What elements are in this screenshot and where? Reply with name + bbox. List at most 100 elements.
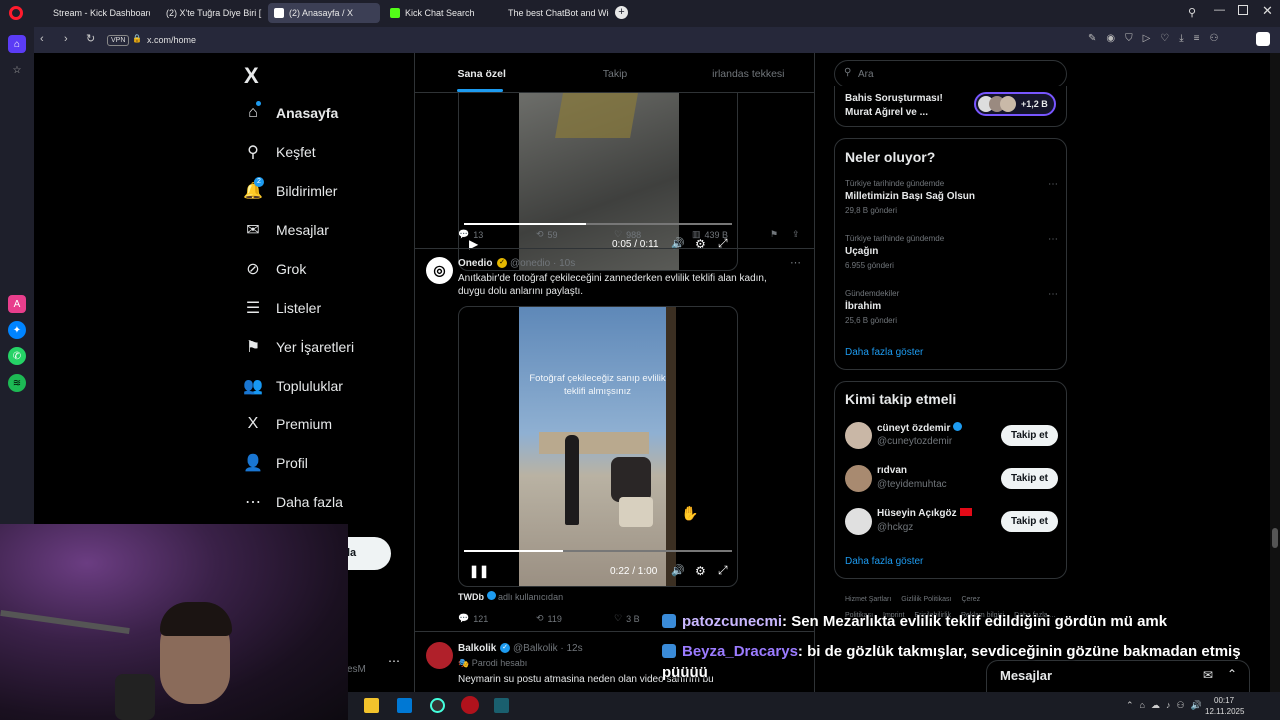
follow-button[interactable]: Takip et	[1000, 511, 1058, 532]
nav-item-bookmark[interactable]: ⚑ Yer İşaretleri	[244, 338, 354, 356]
tray-icons[interactable]: ⌃⌂☁♪⚇🔊	[1126, 700, 1208, 711]
tab-list[interactable]: irlandas tekkesi	[682, 53, 815, 92]
share-icon[interactable]: ⇪	[792, 229, 800, 240]
fullscreen-icon[interactable]: ⤢	[718, 563, 728, 578]
follow-suggestion[interactable]: cüneyt özdemir @cuneytozdemir Takip et	[835, 420, 1068, 458]
taskbar-app-icon[interactable]	[461, 696, 479, 714]
nav-item-communities[interactable]: 👥 Topluluklar	[243, 377, 343, 395]
messages-drawer[interactable]: Mesajlar ✉ ⌃	[986, 660, 1250, 692]
messenger-rail-icon[interactable]: ✦	[8, 321, 26, 339]
trend-top-card[interactable]: Bahis Soruşturması! Murat Ağırel ve ... …	[834, 86, 1067, 127]
follow-button[interactable]: Takip et	[1000, 468, 1058, 489]
reply-icon: 💬	[458, 229, 470, 239]
page-scrollbar[interactable]	[1270, 53, 1280, 692]
new-tab-button[interactable]: +	[615, 6, 628, 19]
trend-item[interactable]: Türkiye tarihinde gündemde Milletimizin B…	[845, 179, 1058, 227]
post2-author[interactable]: Onedio	[458, 258, 492, 269]
x-logo[interactable]: X	[244, 63, 259, 89]
trend-item[interactable]: Türkiye tarihinde gündemde Uçağın 6.955 gö…	[845, 234, 1058, 282]
reload-icon[interactable]: ↻	[86, 32, 95, 45]
opera-logo-icon[interactable]	[9, 6, 23, 20]
toolbar-icons[interactable]: ✎◉⛉▷♡⤓≡⚇	[1088, 33, 1228, 44]
nav-item-more-circle[interactable]: ⋯ Daha fazla	[244, 493, 343, 511]
show-more-link[interactable]: Daha fazla göster	[845, 556, 923, 567]
scrollbar-thumb[interactable]	[1272, 528, 1278, 548]
spotify-rail-icon[interactable]: ≋	[8, 374, 26, 392]
home-rail-icon[interactable]: ⌂	[8, 35, 26, 53]
follow-name[interactable]: rıdvan	[877, 465, 907, 476]
show-more-link[interactable]: Daha fazla göster	[845, 347, 923, 358]
search-tabs-icon[interactable]: ⚲	[1188, 6, 1196, 19]
avatar[interactable]	[845, 508, 872, 535]
url-input[interactable]: x.com/home	[147, 35, 196, 45]
star-rail-icon[interactable]: ☆	[8, 61, 26, 79]
browser-tab[interactable]: (2) X'te Tuğra Diye Biri [ F	[155, 3, 263, 23]
post1-video[interactable]: ▶ 0:05 / 0:11 🔊 ⚙ ⤢	[458, 93, 738, 271]
like-button[interactable]: ♡ 3 B	[614, 613, 640, 624]
nav-item-x-premium[interactable]: X Premium	[244, 415, 332, 433]
bookmark-icon[interactable]: ⚑	[770, 229, 778, 240]
views-button[interactable]: ▥ 439 B	[692, 229, 728, 240]
post3-author[interactable]: Balkolik	[458, 643, 496, 654]
browser-tab[interactable]: Kick Chat Search	[384, 3, 492, 23]
nav-item-home[interactable]: ⌂ Anasayfa	[244, 101, 338, 122]
settings-icon[interactable]: ⚙	[695, 564, 706, 578]
close-window-button[interactable]: ✕	[1262, 3, 1273, 19]
search-input[interactable]: ⚲ Ara	[834, 60, 1067, 88]
avatar[interactable]	[845, 465, 872, 492]
footer-link[interactable]: Gizlilik Politikası	[901, 596, 951, 603]
new-message-icon[interactable]: ✉	[1203, 668, 1213, 682]
footer-link[interactable]: Hizmet Şartları	[845, 596, 891, 603]
app-rail-icon[interactable]: A	[8, 295, 26, 313]
onedio-avatar[interactable]: ◎	[426, 257, 453, 284]
repost-button[interactable]: ⟲ 59	[536, 229, 558, 240]
maximize-button[interactable]	[1238, 5, 1248, 15]
reply-button[interactable]: 💬 13	[458, 229, 483, 240]
trend-item[interactable]: Gündemdekiler İbrahim 25,6 B gönderi ⋯	[845, 289, 1058, 337]
nav-item-bell[interactable]: 🔔 2 Bildirimler	[243, 177, 337, 200]
browser-tab[interactable]: (2) Anasayfa / X	[268, 3, 380, 23]
back-icon[interactable]: ‹	[40, 33, 44, 45]
follow-suggestion[interactable]: Hüseyin Açıkgöz @hckgz Takip et	[835, 506, 1068, 544]
extensions-icon[interactable]	[1256, 32, 1270, 46]
repost-button[interactable]: ⟲ 119	[536, 613, 562, 624]
taskbar-app-icon[interactable]	[494, 698, 509, 713]
browser-tab[interactable]: The best ChatBot and Wid	[497, 3, 609, 23]
follow-name[interactable]: cüneyt özdemir	[877, 422, 963, 434]
vpn-badge[interactable]: VPN	[107, 35, 130, 46]
minimize-button[interactable]: —	[1214, 4, 1225, 16]
nav-item-mail[interactable]: ✉ Mesajlar	[244, 221, 329, 239]
balkolik-avatar[interactable]	[426, 642, 453, 669]
volume-icon[interactable]: 🔊	[671, 564, 685, 577]
taskbar-app-icon[interactable]	[430, 698, 445, 713]
nav-item-list[interactable]: ☰ Listeler	[244, 299, 321, 317]
follow-suggestion[interactable]: rıdvan @teyidemuhtac Takip et	[835, 463, 1068, 501]
follow-name[interactable]: Hüseyin Açıkgöz	[877, 508, 972, 519]
follow-button[interactable]: Takip et	[1000, 425, 1058, 446]
nav-item-search[interactable]: ⚲ Keşfet	[244, 143, 316, 161]
post2-handle[interactable]: @onedio · 10s	[510, 258, 575, 269]
expand-icon[interactable]: ⌃	[1227, 667, 1237, 681]
nav-item-profile[interactable]: 👤 Profil	[243, 454, 308, 472]
tab-for-you[interactable]: Sana özel	[415, 53, 548, 92]
trend-more-icon[interactable]: ⋯	[1048, 179, 1058, 190]
like-button[interactable]: ♡ 988	[614, 229, 641, 240]
browser-tab[interactable]: Stream - Kick Dashboard	[42, 3, 150, 23]
trend-more-icon[interactable]: ⋯	[1048, 289, 1058, 300]
account-more-icon[interactable]: ⋯	[388, 654, 400, 668]
nav-item-grok[interactable]: ⊘ Grok	[244, 260, 306, 278]
reply-button[interactable]: 💬 121	[458, 613, 488, 624]
trend-avatars-pill[interactable]: +1,2 B	[974, 92, 1056, 116]
trend-more-icon[interactable]: ⋯	[1048, 234, 1058, 245]
post3-handle[interactable]: @Balkolik · 12s	[513, 643, 583, 654]
avatar[interactable]	[845, 422, 872, 449]
post2-video[interactable]: Fotoğraf çekileceğiz sanıp evlilik tekli…	[458, 306, 738, 587]
tab-following[interactable]: Takip	[548, 53, 681, 92]
taskbar-app-icon[interactable]	[397, 698, 412, 713]
post2-more-icon[interactable]: ⋯	[790, 256, 801, 269]
source-name[interactable]: TWDb	[458, 592, 484, 602]
pause-icon[interactable]: ❚❚	[469, 564, 489, 578]
taskbar-app-icon[interactable]	[364, 698, 379, 713]
forward-icon[interactable]: ›	[64, 33, 68, 45]
whatsapp-rail-icon[interactable]: ✆	[8, 347, 26, 365]
